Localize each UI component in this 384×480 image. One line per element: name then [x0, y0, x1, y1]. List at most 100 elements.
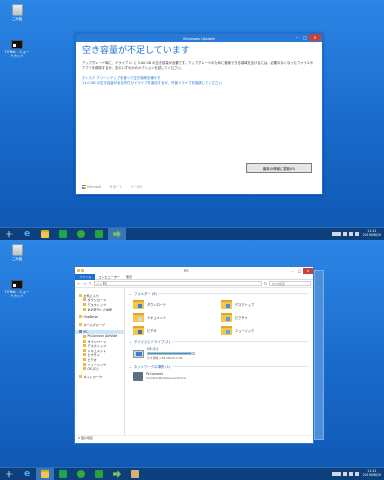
nav-item[interactable]: OneDrive	[75, 314, 124, 319]
maximize-button[interactable]: □	[301, 34, 309, 41]
taskbar: e 11:41 2019/08/20	[0, 467, 384, 480]
nav-item[interactable]: 最近表示した場所	[75, 307, 124, 312]
desktop-icon-label: ごみ箱	[11, 257, 23, 261]
folder-icon	[133, 299, 144, 309]
nav-item[interactable]: ホームグループ	[75, 322, 124, 327]
app-icon	[95, 470, 103, 478]
nav-item[interactable]: OS (C:)	[75, 366, 124, 371]
taskbar-app[interactable]	[90, 468, 108, 480]
flag-icon[interactable]	[354, 472, 359, 476]
quick-access-toolbar	[77, 269, 84, 272]
folder-tile[interactable]: デスクトップ	[221, 299, 309, 309]
xbox-icon	[77, 470, 85, 478]
minimize-button[interactable]: –	[293, 34, 301, 41]
dialog-footer: Microsoft サポート リーガル	[82, 184, 143, 189]
tab-computer[interactable]: コンピューター	[95, 274, 123, 279]
taskbar-xbox[interactable]	[72, 228, 90, 241]
tab-file[interactable]: ファイル	[75, 273, 96, 280]
chevron-down-icon: ⌄	[129, 291, 132, 296]
nav-item-icon	[83, 344, 86, 348]
network-section-header[interactable]: ⌄ ネットワークの場所 (1)	[129, 364, 309, 370]
refresh-button[interactable]: 最新の情報に更新(R)	[246, 163, 312, 173]
microsoft-logo-icon	[82, 184, 86, 189]
folder-name: ダウンロード	[147, 302, 167, 307]
folder-tile[interactable]: ビデオ	[133, 325, 221, 335]
dialog-titlebar: Windows Update – □ ×	[76, 34, 322, 42]
store-icon	[59, 230, 67, 238]
shortcut-icon	[11, 280, 23, 289]
maximize-button[interactable]: □	[296, 268, 303, 274]
tab-view[interactable]: 表示	[123, 274, 135, 279]
desktop-icon-recycle-bin[interactable]: ごみ箱	[4, 4, 30, 21]
network-location-tile[interactable]: PcConnect (AirVideoMediaServer\XXX-X...	[133, 372, 309, 381]
desktop-icon-tvtest[interactable]: TVTest - ショートカット	[4, 40, 30, 58]
taskbar-ie[interactable]: e	[18, 228, 36, 241]
close-button[interactable]: ×	[303, 267, 313, 274]
nav-item-icon	[83, 353, 86, 357]
volume-icon[interactable]	[348, 472, 353, 476]
address-field[interactable]: ▭ › PC	[93, 280, 262, 287]
drive-usage-fill	[148, 353, 192, 354]
network-icon[interactable]	[342, 472, 347, 476]
start-button[interactable]	[0, 468, 18, 480]
drive-usage-bar	[147, 352, 195, 355]
flag-icon[interactable]	[354, 232, 359, 236]
taskbar-store[interactable]	[54, 228, 72, 241]
desktop-icon-label: ごみ箱	[11, 17, 23, 21]
nav-item[interactable]: ネットワーク	[75, 374, 124, 379]
desktop-icon-recycle-bin[interactable]: ごみ箱	[4, 244, 30, 261]
folder-tile[interactable]: ミュージック	[221, 325, 309, 335]
nav-item-icon	[83, 334, 86, 338]
folder-tile[interactable]: ドキュメント	[133, 312, 221, 322]
nav-item-icon	[83, 339, 86, 343]
forward-arrow-icon[interactable]: →	[83, 281, 87, 286]
shortcut-icon	[11, 40, 23, 49]
taskbar-tool[interactable]	[126, 468, 144, 480]
hard-drive-icon	[133, 349, 144, 358]
taskbar-store[interactable]	[54, 468, 72, 480]
nav-item-label: 最近表示した場所	[87, 307, 113, 312]
taskbar-xbox[interactable]	[72, 468, 90, 480]
system-tray: 11:41 2019/08/20	[331, 229, 384, 238]
folders-section-header[interactable]: ⌄ フォルダー (6)	[129, 291, 309, 297]
back-arrow-icon[interactable]: ←	[77, 281, 81, 286]
background-window[interactable]	[314, 270, 324, 440]
clock[interactable]: 11:41 2019/08/20	[363, 469, 381, 478]
media-server-icon	[133, 372, 143, 381]
taskbar-windows-update[interactable]	[108, 468, 126, 480]
drive-tile-c[interactable]: OS (C:) 空き領域 1.68 GB/29.3 GB	[133, 347, 309, 360]
window-title: PC	[184, 268, 189, 273]
navigation-pane: お気に入り ダウンロード デスクトップ 最近表示した場所 OneDrive ホームグループ…	[75, 288, 125, 435]
refresh-icon[interactable]: ↻	[264, 281, 268, 286]
keyboard-icon[interactable]	[331, 232, 341, 236]
keyboard-icon[interactable]	[331, 472, 341, 476]
external-drive-link[interactable]: 11.0 GB の空き容量がある外付けドライブを追加するか、外部ドライブを接続し…	[82, 81, 316, 86]
nav-item-icon	[83, 348, 86, 352]
status-bar: 9 個の項目	[75, 435, 313, 440]
up-arrow-icon[interactable]: ↑	[88, 281, 92, 286]
network-icon[interactable]	[342, 232, 347, 236]
nav-item-label: OneDrive	[83, 314, 99, 319]
volume-icon[interactable]	[348, 232, 353, 236]
update-arrow-icon	[113, 470, 121, 478]
support-link[interactable]: サポート	[110, 184, 123, 189]
search-input[interactable]: PCの検索	[269, 280, 311, 287]
devices-section-header[interactable]: ⌄ デバイスとドライブ (1)	[129, 339, 309, 345]
taskbar-app[interactable]	[90, 228, 108, 241]
taskbar-ie[interactable]: e	[18, 468, 36, 480]
chevron-down-icon: ⌄	[129, 339, 132, 344]
taskbar-explorer[interactable]	[36, 228, 54, 241]
folder-tile[interactable]: ピクチャ	[221, 312, 309, 322]
desktop-icon-tvtest[interactable]: TVTest - ショートカット	[4, 280, 30, 298]
minimize-button[interactable]: –	[289, 268, 296, 274]
taskbar-explorer[interactable]	[36, 467, 54, 480]
explorer-titlebar: PC – □ ×	[75, 267, 313, 274]
start-button[interactable]	[0, 228, 18, 241]
taskbar-windows-update[interactable]	[108, 227, 126, 240]
close-button[interactable]: ×	[309, 34, 321, 41]
folder-icon[interactable]	[77, 269, 80, 272]
folder-name: デスクトップ	[235, 302, 255, 307]
clock[interactable]: 11:41 2019/08/20	[363, 229, 381, 238]
folder-tile[interactable]: ダウンロード	[133, 299, 221, 309]
legal-link[interactable]: リーガル	[130, 184, 143, 189]
